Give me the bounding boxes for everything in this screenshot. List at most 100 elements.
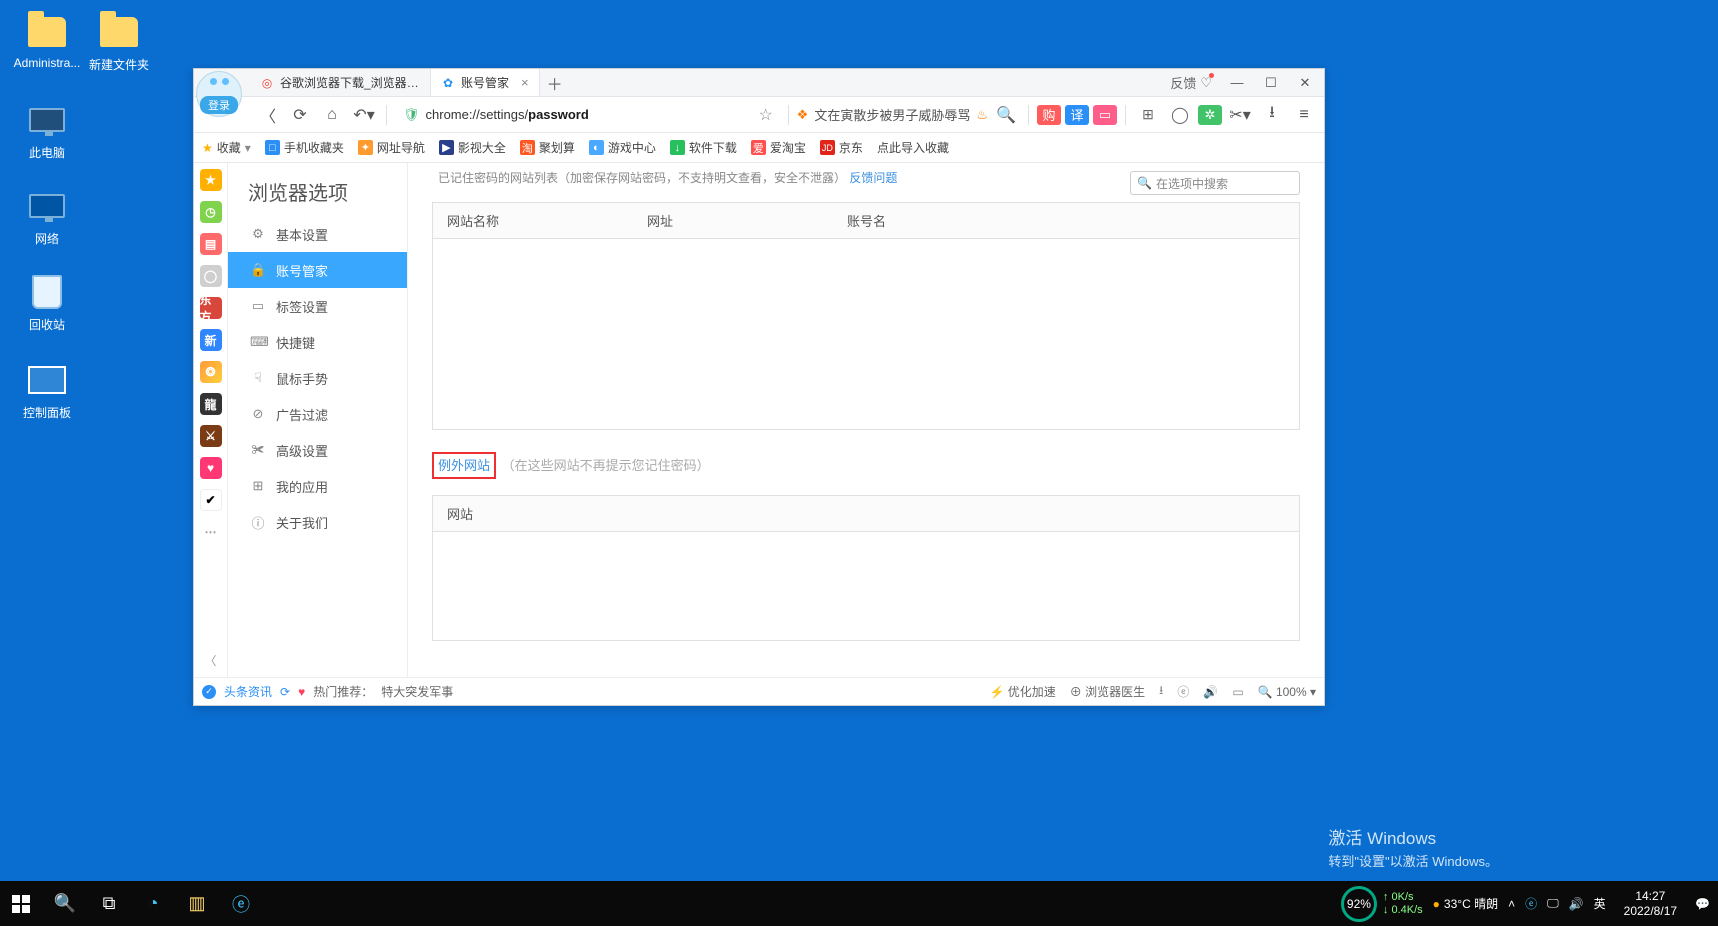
toolbar-screenshot-button[interactable]: ✂▾ — [1226, 101, 1254, 129]
search-button[interactable]: 🔍 — [992, 101, 1020, 129]
new-tab-button[interactable]: ＋ — [540, 69, 570, 96]
toolbar-game-icon[interactable]: ▭ — [1093, 105, 1117, 125]
rail-game1-icon[interactable]: ❂ — [200, 361, 222, 383]
column-url: 网址 — [633, 203, 833, 238]
bookmark-import-link[interactable]: 点此导入收藏 — [877, 139, 949, 156]
status-hot-item[interactable]: 特大突发军事 — [381, 683, 453, 700]
status-download-icon[interactable]: ⭳ — [1159, 681, 1163, 702]
window-minimize-button[interactable]: — — [1222, 72, 1252, 94]
feedback-button[interactable]: 反馈 ♡ — [1170, 73, 1212, 92]
tray-battery-icon[interactable]: 🖵 — [1547, 896, 1559, 911]
status-news-link[interactable]: 头条资讯 — [224, 683, 272, 700]
browser-window: 登录 ◎ 谷歌浏览器下载_浏览器官网入 ✿ 账号管家 × ＋ 反馈 ♡ — ☐ … — [193, 68, 1325, 706]
bookmark-item[interactable]: ✦网址导航 — [358, 139, 425, 156]
toolbar-download-button[interactable]: ⭳ — [1258, 101, 1286, 129]
taskbar-browser-app[interactable]: ◔ — [140, 891, 166, 917]
news-badge-icon[interactable]: ✓ — [202, 685, 216, 699]
bookmark-item[interactable]: 淘聚划算 — [520, 139, 575, 156]
sidebar-item-account[interactable]: 🔒账号管家 — [228, 252, 407, 288]
rail-game2-icon[interactable]: 龍 — [200, 393, 222, 415]
sidebar-item-tabs[interactable]: ▭标签设置 — [228, 288, 407, 324]
exception-sites-table: 网站 — [432, 495, 1300, 641]
sidebar-item-gestures[interactable]: ☟鼠标手势 — [228, 360, 407, 396]
tab-close-icon[interactable]: × — [521, 75, 529, 90]
desktop-icon-control-panel[interactable]: 控制面板 — [10, 360, 84, 421]
tray-chevron-icon[interactable]: ˄ — [1508, 897, 1515, 911]
status-ie-mode-icon[interactable]: ⓔ — [1177, 683, 1189, 700]
rail-clock-icon[interactable]: ◷ — [200, 201, 222, 223]
bookmark-item[interactable]: ▶影视大全 — [439, 139, 506, 156]
rail-eastday-icon[interactable]: 东方 — [200, 297, 222, 319]
rail-more-icon[interactable]: ⋯ — [200, 521, 222, 543]
toolbar-wechat-icon[interactable]: ✲ — [1198, 105, 1222, 125]
compass-icon: ✦ — [358, 140, 373, 155]
tray-notifications-icon[interactable]: 💬 — [1695, 897, 1710, 911]
refresh-icon[interactable]: ⟳ — [280, 685, 290, 699]
tray-browser-icon[interactable]: ⓔ — [1525, 895, 1537, 912]
bookmark-item[interactable]: JD京东 — [820, 139, 863, 156]
settings-search-input[interactable]: 🔍 在选项中搜索 — [1130, 171, 1300, 195]
taskbar-weather[interactable]: ● 33°C 晴朗 — [1433, 895, 1498, 912]
download-icon: ↓ — [670, 140, 685, 155]
status-window-icon[interactable]: ▭ — [1232, 685, 1243, 699]
sidebar-item-basic[interactable]: ⚙基本设置 — [228, 216, 407, 252]
desktop-icon-recycle-bin[interactable]: 回收站 — [10, 272, 84, 333]
toolbar-translate-icon[interactable]: 译 — [1065, 105, 1089, 125]
rail-heart-icon[interactable]: ♥ — [200, 457, 222, 479]
desktop-icon-this-pc[interactable]: 此电脑 — [10, 100, 84, 161]
status-zoom[interactable]: 🔍 100% ▾ — [1258, 685, 1316, 699]
sidebar-item-advanced[interactable]: ✀高级设置 — [228, 432, 407, 468]
tray-ime[interactable]: 英 — [1594, 895, 1606, 912]
window-close-button[interactable]: ✕ — [1290, 72, 1320, 94]
news-headline[interactable]: ❖ 文在寅散步被男子威胁辱骂 ♨ — [797, 105, 988, 124]
status-optimize-button[interactable]: ⚡ 优化加速 — [989, 683, 1055, 700]
window-maximize-button[interactable]: ☐ — [1256, 72, 1286, 94]
bookmark-star-button[interactable]: ☆ — [752, 101, 780, 129]
feedback-link[interactable]: 反馈问题 — [849, 171, 897, 185]
rail-expand-button[interactable]: 〈 — [194, 652, 227, 669]
taskbar-perf-widget[interactable]: 92% ↑ 0K/s ↓ 0.4K/s — [1341, 886, 1423, 922]
taskbar-explorer-app[interactable]: ▥ — [184, 891, 210, 917]
login-avatar-button[interactable]: 登录 — [196, 71, 242, 117]
bookmark-item[interactable]: □手机收藏夹 — [265, 139, 344, 156]
desktop-icon-admin[interactable]: Administra... — [10, 12, 84, 70]
start-button[interactable] — [8, 891, 34, 917]
toolbar-apps-button[interactable]: ⊞ — [1134, 101, 1162, 129]
tab-chrome-download[interactable]: ◎ 谷歌浏览器下载_浏览器官网入 — [250, 69, 431, 96]
sidebar-item-apps[interactable]: ⊞我的应用 — [228, 468, 407, 504]
rail-favorites-icon[interactable]: ★ — [200, 169, 222, 191]
status-doctor-button[interactable]: ⊕ 浏览器医生 — [1070, 683, 1145, 700]
taskbar-clock[interactable]: 14:27 2022/8/17 — [1616, 889, 1685, 918]
rail-new-icon[interactable]: 新 — [200, 329, 222, 351]
desktop-icon-network[interactable]: 网络 — [10, 186, 84, 247]
undo-button[interactable]: ↶▾ — [350, 101, 378, 129]
status-sound-icon[interactable]: 🔊 — [1203, 685, 1218, 699]
taskbar-taskview-button[interactable]: ⧉ — [96, 891, 122, 917]
rail-nike-icon[interactable]: ✔ — [200, 489, 222, 511]
bookmark-item[interactable]: ↓软件下载 — [670, 139, 737, 156]
taskbar-search-button[interactable]: 🔍 — [52, 891, 78, 917]
toolbar-refresh-ring-button[interactable]: ◯ — [1166, 101, 1194, 129]
hand-icon: ☟ — [250, 370, 266, 386]
taskbar-edge-app[interactable]: ⓔ — [228, 891, 254, 917]
tray-sound-icon[interactable]: 🔊 — [1569, 897, 1584, 911]
rail-game3-icon[interactable]: ⚔ — [200, 425, 222, 447]
rail-doc-icon[interactable]: ▤ — [200, 233, 222, 255]
toolbar-shopping-icon[interactable]: 购 — [1037, 105, 1061, 125]
desktop-icon-newfolder[interactable]: 新建文件夹 — [82, 12, 156, 73]
bookmark-item[interactable]: ◐游戏中心 — [589, 139, 656, 156]
toolbar-menu-button[interactable]: ≡ — [1290, 101, 1318, 129]
back-button[interactable]: 〈 — [254, 101, 282, 129]
url-box[interactable]: 🛡 chrome://settings/password — [395, 102, 748, 128]
rail-history-icon[interactable]: ◯ — [200, 265, 222, 287]
sidebar-item-shortcuts[interactable]: ⌨快捷键 — [228, 324, 407, 360]
exception-sites-body-empty — [433, 532, 1299, 640]
home-button[interactable]: ⌂ — [318, 101, 346, 129]
tab-account-manager[interactable]: ✿ 账号管家 × — [431, 69, 540, 96]
bookmarks-fav-button[interactable]: ★ 收藏 ▾ — [202, 139, 251, 156]
sidebar-item-adblock[interactable]: ⊘广告过滤 — [228, 396, 407, 432]
sidebar-item-about[interactable]: ⓘ关于我们 — [228, 504, 407, 540]
bookmark-item[interactable]: 爱爱淘宝 — [751, 139, 806, 156]
phone-icon: □ — [265, 140, 280, 155]
refresh-button[interactable]: ⟳ — [286, 101, 314, 129]
